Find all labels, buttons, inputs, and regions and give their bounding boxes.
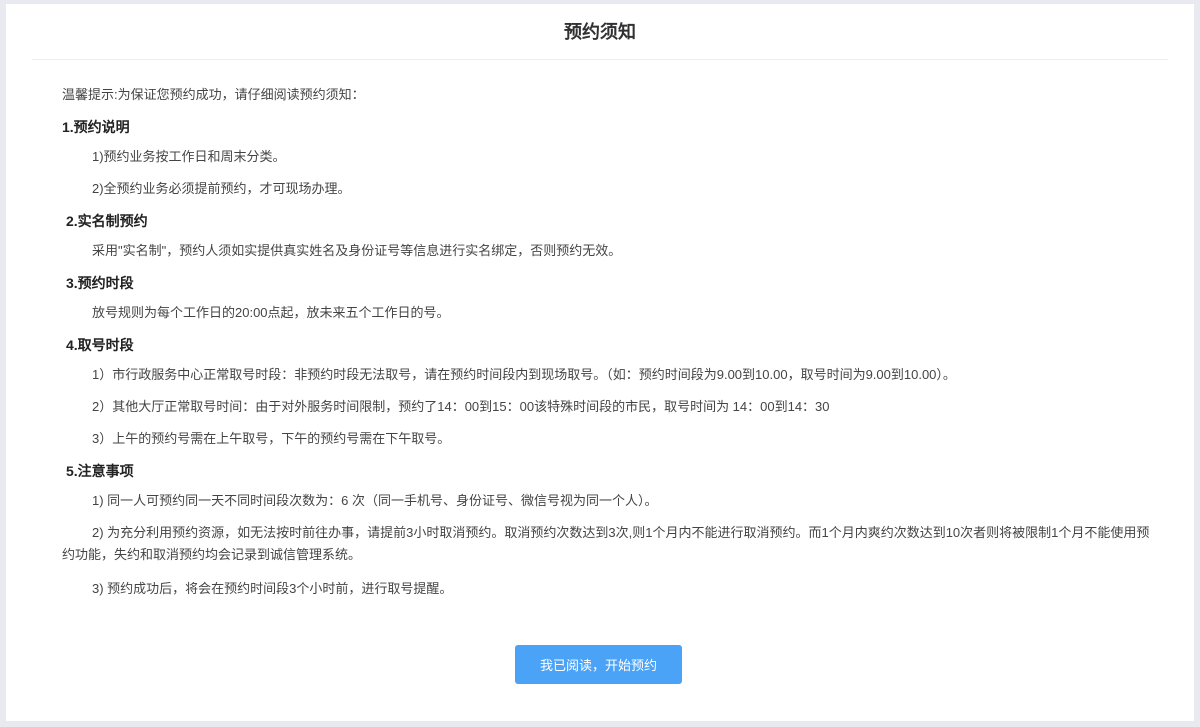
- section-item: 采用"实名制"，预约人须如实提供真实姓名及身份证号等信息进行实名绑定，否则预约无…: [92, 243, 622, 258]
- section-item: 2)全预约业务必须提前预约，才可现场办理。: [92, 181, 351, 196]
- header: 预约须知: [32, 4, 1168, 60]
- section-item: 1)预约业务按工作日和周末分类。: [92, 149, 286, 164]
- notice-card: 预约须知 温馨提示:为保证您预约成功，请仔细阅读预约须知： 1.预约说明 1)预…: [6, 4, 1194, 721]
- notice-content: 温馨提示:为保证您预约成功，请仔细阅读预约须知： 1.预约说明 1)预约业务按工…: [62, 86, 1154, 612]
- section-item: 3) 预约成功后，将会在预约时间段3个小时前，进行取号提醒。: [92, 581, 453, 596]
- page-title: 预约须知: [564, 22, 636, 42]
- section-item: 放号规则为每个工作日的20:00点起，放未来五个工作日的号。: [92, 305, 450, 320]
- section-item: 3）上午的预约号需在上午取号，下午的预约号需在下午取号。: [92, 431, 451, 446]
- section-heading: 1.预约说明: [62, 119, 130, 135]
- section-heading: 4.取号时段: [66, 337, 134, 353]
- section-item: 2) 为充分利用预约资源，如无法按时前往办事，请提前3小时取消预约。取消预约次数…: [62, 525, 1150, 562]
- section-item: 2）其他大厅正常取号时间：由于对外服务时间限制，预约了14：00到15：00该特…: [92, 399, 830, 414]
- section-heading: 2.实名制预约: [66, 213, 148, 229]
- section-heading: 3.预约时段: [66, 275, 134, 291]
- tip-text: 温馨提示:为保证您预约成功，请仔细阅读预约须知：: [62, 87, 365, 102]
- section-item: 1）市行政服务中心正常取号时段：非预约时段无法取号，请在预约时间段内到现场取号。…: [92, 367, 956, 382]
- section-item: 1) 同一人可预约同一天不同时间段次数为：6 次（同一手机号、身份证号、微信号视…: [92, 493, 658, 508]
- section-heading: 5.注意事项: [66, 463, 134, 479]
- start-booking-button[interactable]: 我已阅读，开始预约: [515, 645, 682, 684]
